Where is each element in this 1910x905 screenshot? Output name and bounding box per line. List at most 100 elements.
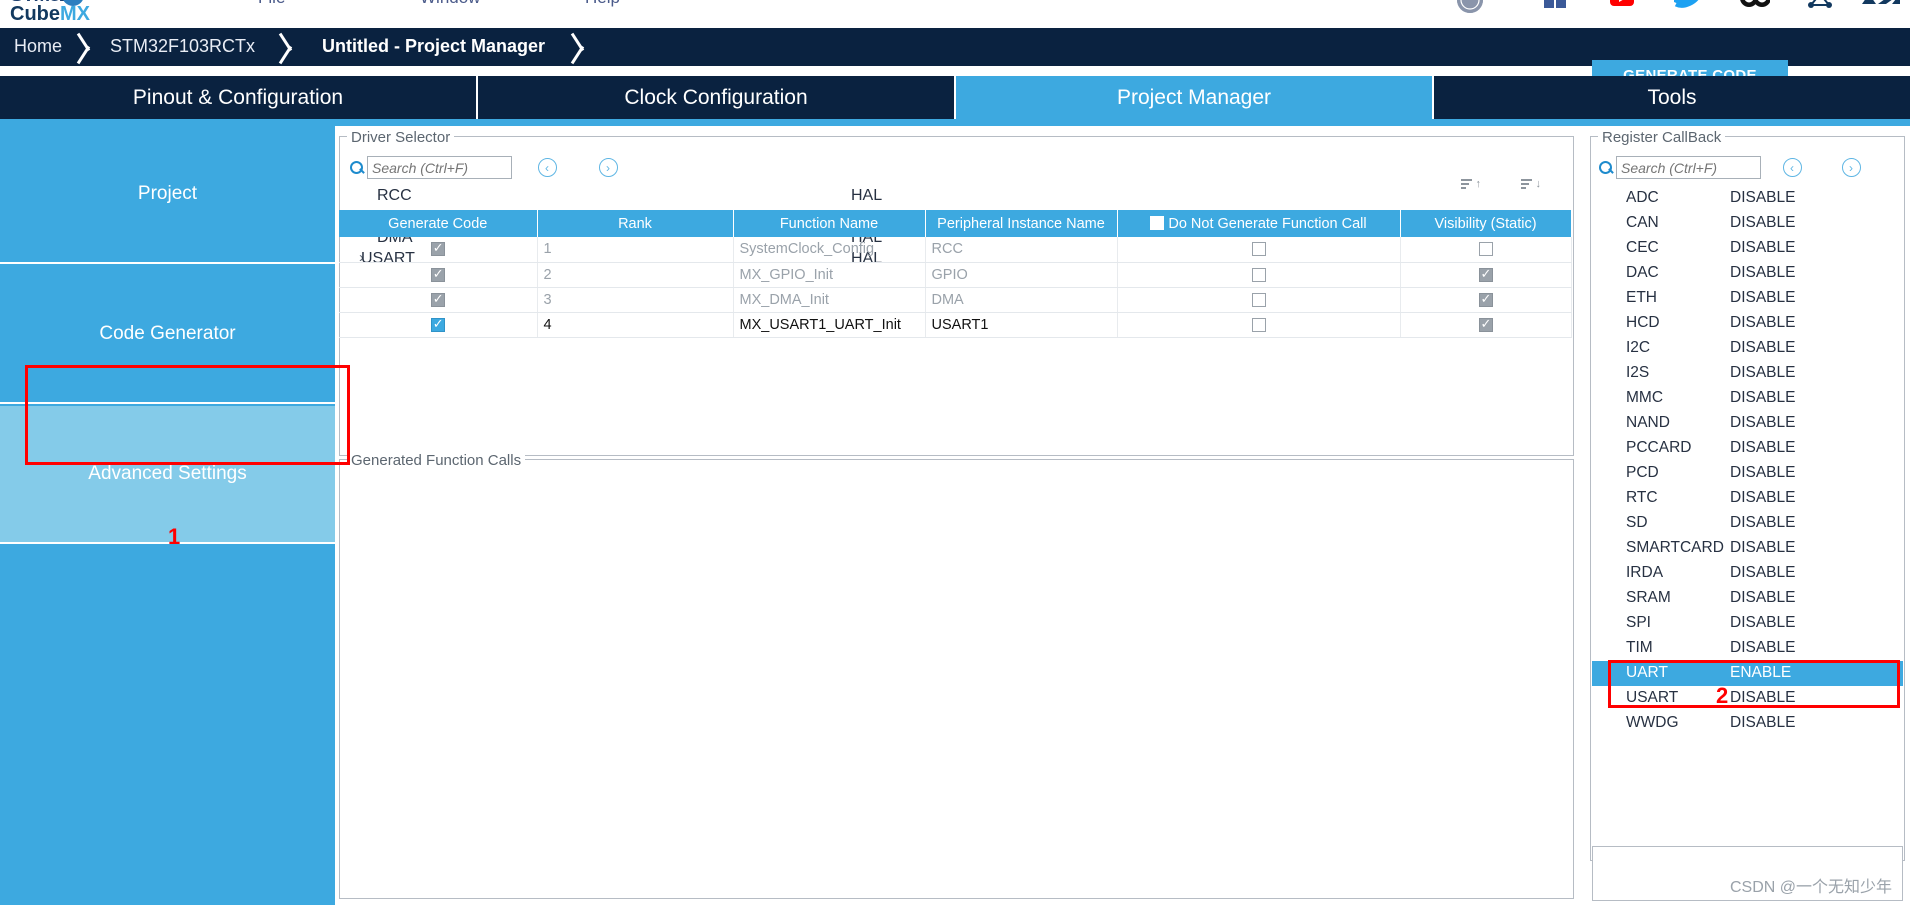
cell-do-not-generate[interactable] [1117, 262, 1401, 288]
do-not-generate-checkbox[interactable] [1251, 267, 1266, 282]
peripheral-state[interactable]: DISABLE [1730, 389, 1795, 407]
register-callback-row-sd[interactable]: SD DISABLE [1592, 511, 1903, 536]
cell-visibility[interactable] [1400, 237, 1572, 263]
register-callback-row-hcd[interactable]: HCD DISABLE [1592, 311, 1903, 336]
peripheral-state[interactable]: DISABLE [1730, 239, 1795, 257]
st-logo-icon[interactable] [1862, 0, 1900, 18]
breadcrumb-item-device[interactable]: STM32F103RCTx [110, 36, 255, 57]
table-row[interactable]: 2 MX_GPIO_Init GPIO [339, 262, 1572, 288]
peripheral-state[interactable]: DISABLE [1730, 489, 1795, 507]
register-callback-row-uart[interactable]: UART ENABLE [1592, 661, 1903, 686]
peripheral-state[interactable]: DISABLE [1730, 439, 1795, 457]
chevron-right-circle-icon[interactable]: › [1842, 158, 1861, 177]
register-callback-row-nand[interactable]: NAND DISABLE [1592, 411, 1903, 436]
cell-visibility[interactable] [1400, 287, 1572, 313]
register-callback-row-i2c[interactable]: I2C DISABLE [1592, 336, 1903, 361]
column-visibility-static[interactable]: Visibility (Static) [1400, 210, 1572, 237]
register-callback-row-i2s[interactable]: I2S DISABLE [1592, 361, 1903, 386]
cell-do-not-generate[interactable] [1117, 287, 1401, 313]
peripheral-state[interactable]: DISABLE [1730, 339, 1795, 357]
twitter-icon[interactable] [1672, 0, 1702, 18]
register-callback-row-rtc[interactable]: RTC DISABLE [1592, 486, 1903, 511]
do-not-generate-checkbox[interactable] [1251, 242, 1266, 257]
facebook-icon[interactable] [1540, 0, 1570, 18]
cell-visibility[interactable] [1400, 312, 1572, 338]
register-callback-row-wwdg[interactable]: WWDG DISABLE [1592, 711, 1903, 736]
register-callback-row-adc[interactable]: ADC DISABLE [1592, 186, 1903, 211]
st-community-icon[interactable] [1455, 0, 1485, 18]
do-not-generate-checkbox[interactable] [1251, 317, 1266, 332]
peripheral-state[interactable]: DISABLE [1730, 189, 1795, 207]
generate-code-checkbox[interactable] [430, 240, 445, 257]
visibility-checkbox[interactable] [1478, 242, 1493, 257]
breadcrumb-item-home[interactable]: Home [14, 36, 62, 57]
generate-code-checkbox[interactable] [430, 291, 445, 307]
register-callback-row-irda[interactable]: IRDA DISABLE [1592, 561, 1903, 586]
do-not-generate-checkbox[interactable] [1251, 292, 1266, 307]
peripheral-state[interactable]: DISABLE [1730, 589, 1795, 607]
cell-generate-code[interactable] [339, 287, 538, 313]
peripheral-state[interactable]: DISABLE [1730, 289, 1795, 307]
sort-descending-icon[interactable]: ↓ [1521, 178, 1541, 192]
register-callback-row-usart[interactable]: USART DISABLE [1592, 686, 1903, 711]
peripheral-state[interactable]: DISABLE [1730, 364, 1795, 382]
register-callback-row-can[interactable]: CAN DISABLE [1592, 211, 1903, 236]
register-callback-row-mmc[interactable]: MMC DISABLE [1592, 386, 1903, 411]
register-callback-row-pcd[interactable]: PCD DISABLE [1592, 461, 1903, 486]
driver-search-input[interactable] [367, 156, 512, 179]
register-callback-row-cec[interactable]: CEC DISABLE [1592, 236, 1903, 261]
peripheral-state[interactable]: DISABLE [1730, 514, 1795, 532]
register-callback-row-sram[interactable]: SRAM DISABLE [1592, 586, 1903, 611]
cell-do-not-generate[interactable] [1117, 312, 1401, 338]
table-row[interactable]: 4 MX_USART1_UART_Init USART1 [339, 312, 1572, 338]
column-do-not-generate-function-call[interactable]: Do Not Generate Function Call [1117, 210, 1401, 237]
register-callback-search-input[interactable] [1616, 156, 1761, 179]
cell-generate-code[interactable] [339, 262, 538, 288]
column-generate-code[interactable]: Generate Code [339, 210, 538, 237]
visibility-checkbox[interactable] [1478, 291, 1493, 307]
sort-ascending-icon[interactable]: ↑ [1461, 178, 1481, 192]
column-peripheral-instance-name[interactable]: Peripheral Instance Name [925, 210, 1118, 237]
menu-item-window[interactable]: Window [420, 0, 480, 8]
peripheral-state[interactable]: DISABLE [1730, 639, 1795, 657]
table-row[interactable]: 3 MX_DMA_Init DMA [339, 287, 1572, 313]
cell-do-not-generate[interactable] [1117, 237, 1401, 263]
register-callback-row-pccard[interactable]: PCCARD DISABLE [1592, 436, 1903, 461]
do-not-generate-header-checkbox[interactable] [1150, 215, 1165, 230]
visibility-checkbox[interactable] [1478, 266, 1493, 282]
table-row[interactable]: 1 SystemClock_Config RCC [339, 237, 1572, 263]
peripheral-state[interactable]: DISABLE [1730, 314, 1795, 332]
peripheral-state[interactable]: DISABLE [1730, 214, 1795, 232]
register-callback-row-tim[interactable]: TIM DISABLE [1592, 636, 1903, 661]
register-callback-row-spi[interactable]: SPI DISABLE [1592, 611, 1903, 636]
peripheral-state[interactable]: DISABLE [1730, 264, 1795, 282]
sidebar-item-code-generator[interactable]: Code Generator [0, 266, 335, 404]
peripheral-state[interactable]: DISABLE [1730, 714, 1795, 732]
peripheral-state[interactable]: DISABLE [1730, 539, 1795, 557]
register-callback-row-smartcard[interactable]: SMARTCARD DISABLE [1592, 536, 1903, 561]
cell-generate-code[interactable] [339, 312, 538, 338]
menu-item-help[interactable]: Help [585, 0, 620, 8]
column-function-name[interactable]: Function Name [733, 210, 926, 237]
peripheral-state[interactable]: DISABLE [1730, 614, 1795, 632]
generate-code-checkbox[interactable] [430, 316, 445, 332]
chevron-left-circle-icon[interactable]: ‹ [538, 158, 557, 177]
tab-tools[interactable]: Tools [1434, 76, 1910, 119]
cell-visibility[interactable] [1400, 262, 1572, 288]
breadcrumb-item-project[interactable]: Untitled - Project Manager [322, 36, 545, 57]
peripheral-state[interactable]: DISABLE [1730, 689, 1795, 707]
menu-item-file[interactable]: File [258, 0, 285, 8]
register-callback-row-dac[interactable]: DAC DISABLE [1592, 261, 1903, 286]
chevron-right-circle-icon[interactable]: › [599, 158, 618, 177]
tab-project-manager[interactable]: Project Manager [956, 76, 1434, 119]
cell-generate-code[interactable] [339, 237, 538, 263]
sidebar-item-project[interactable]: Project [0, 126, 335, 264]
youtube-icon[interactable] [1607, 0, 1637, 18]
tab-pinout-configuration[interactable]: Pinout & Configuration [0, 76, 478, 119]
tab-clock-configuration[interactable]: Clock Configuration [478, 76, 956, 119]
peripheral-state[interactable]: DISABLE [1730, 564, 1795, 582]
peripheral-state[interactable]: DISABLE [1730, 464, 1795, 482]
network-icon[interactable] [1805, 0, 1835, 18]
peripheral-state[interactable]: DISABLE [1730, 414, 1795, 432]
visibility-checkbox[interactable] [1478, 316, 1493, 332]
